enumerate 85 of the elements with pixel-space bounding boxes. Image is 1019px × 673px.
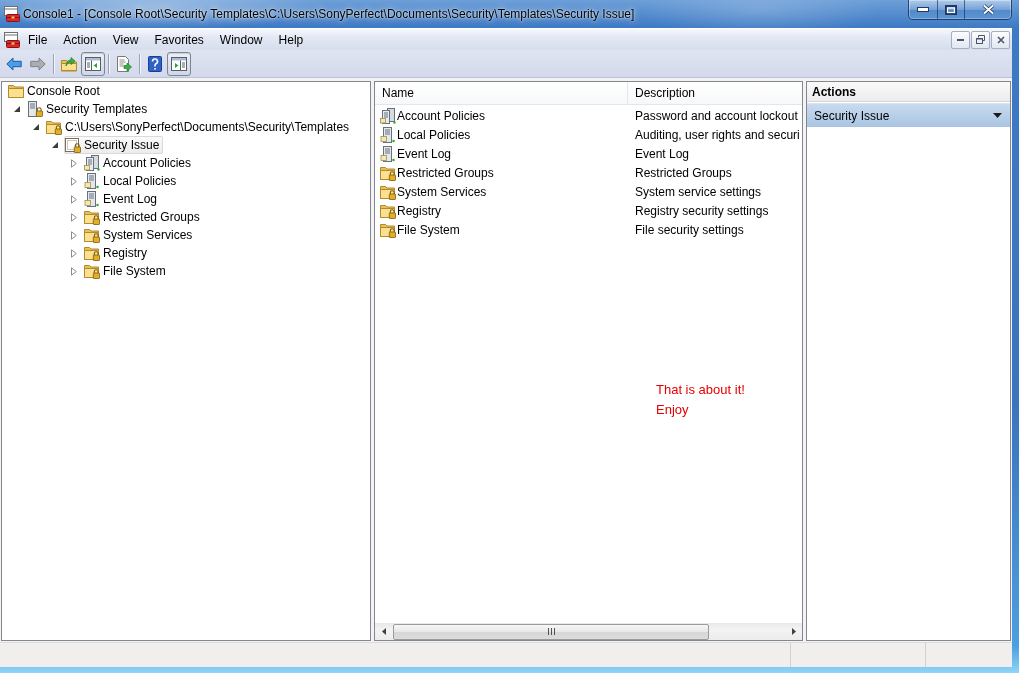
locked-folder-icon — [380, 183, 396, 200]
item-name[interactable]: Local Policies — [397, 127, 471, 142]
item-name[interactable]: Restricted Groups — [397, 165, 494, 180]
close-button[interactable] — [991, 30, 1010, 49]
toolbox-window-icon — [4, 6, 20, 22]
column-header[interactable]: Description — [628, 82, 802, 104]
locked-folder-icon — [46, 119, 62, 135]
locked-document-icon — [65, 137, 81, 153]
locked-folder-icon — [380, 221, 396, 238]
menu-item[interactable]: File — [20, 30, 56, 49]
locked-folder-icon — [84, 245, 100, 261]
item-description: Password and account lockout — [635, 108, 798, 123]
action-section-header[interactable]: Security Issue — [807, 103, 1010, 127]
help-icon — [147, 55, 163, 72]
servers-icon — [84, 155, 100, 171]
tree-item[interactable]: C:\Users\SonyPerfect\Documents\Security\Templates — [45, 118, 354, 136]
maximize-button[interactable] — [937, 0, 964, 19]
window-pane-icon — [171, 55, 187, 72]
item-description: Restricted Groups — [635, 165, 732, 180]
tree-item[interactable]: Restricted Groups — [83, 208, 204, 226]
locked-folder-icon — [380, 164, 396, 181]
folder-icon — [8, 83, 24, 99]
back-arrow-icon — [6, 55, 22, 72]
restore-button[interactable] — [971, 30, 990, 49]
show-hide-console-tree-button[interactable] — [81, 51, 105, 76]
item-name[interactable]: File System — [397, 222, 460, 237]
toolbox-window-icon[interactable] — [4, 31, 20, 48]
minimize-icon — [917, 7, 929, 12]
minimize-icon — [957, 38, 964, 41]
expander-triangle-icon[interactable] — [52, 142, 58, 148]
tree-item[interactable]: Event Log — [83, 190, 162, 208]
close-icon — [981, 4, 995, 15]
locked-folder-icon — [84, 209, 100, 225]
menu-item[interactable]: View — [104, 30, 147, 49]
server-icon — [84, 173, 100, 189]
expander-triangle-icon[interactable] — [33, 124, 39, 130]
locked-folder-icon — [84, 227, 100, 243]
tree-item[interactable]: Local Policies — [83, 172, 181, 190]
right-triangle-icon — [791, 628, 796, 635]
tree-item[interactable]: Registry — [83, 244, 151, 262]
menu-item[interactable]: Window — [211, 30, 271, 49]
locked-folder-icon — [84, 263, 100, 279]
left-triangle-icon — [381, 628, 386, 635]
locked-server-icon — [27, 101, 43, 117]
maximize-icon — [945, 4, 957, 15]
grip-icon — [547, 628, 555, 635]
menu-item[interactable]: Favorites — [146, 30, 212, 49]
tree-item[interactable]: Security Templates — [26, 100, 152, 118]
server-icon — [84, 191, 100, 207]
window-title: Console1 - [Console Root\Security Templates\C:\Users\SonyPerfect\Documents\Security\Templates\Security Issue] — [23, 7, 635, 21]
item-description: Auditing, user rights and securi — [635, 127, 800, 142]
locked-folder-icon — [380, 202, 396, 219]
tree-item[interactable]: Console Root — [7, 82, 104, 100]
expander-triangle-icon[interactable] — [14, 106, 20, 112]
item-name[interactable]: Registry — [397, 203, 441, 218]
show-hide-action-pane-button[interactable] — [167, 51, 191, 76]
minimize-button[interactable] — [951, 30, 970, 49]
restore-icon — [976, 35, 985, 44]
forward-arrow-icon — [30, 55, 46, 72]
tree-item[interactable]: System Services — [83, 226, 197, 244]
item-name[interactable]: Event Log — [397, 146, 452, 161]
server-icon — [380, 145, 396, 162]
annotation-text: That is about it! Enjoy — [656, 381, 745, 419]
scroll-thumb[interactable] — [393, 623, 709, 640]
tree-item[interactable]: Security Issue — [64, 136, 164, 154]
actions-title: Actions — [807, 82, 1010, 102]
folder-arrow-icon — [61, 55, 77, 72]
item-description: Event Log — [635, 146, 690, 161]
minimize-button[interactable] — [909, 0, 937, 19]
item-description: Registry security settings — [635, 203, 769, 218]
window-pane-icon — [85, 55, 101, 72]
tree-item[interactable]: Account Policies — [83, 154, 196, 172]
item-name[interactable]: System Services — [397, 184, 487, 199]
document-arrow-icon — [116, 55, 132, 72]
server-icon — [380, 126, 396, 143]
item-description: System service settings — [635, 184, 762, 199]
column-header[interactable]: Name — [375, 82, 628, 104]
item-description: File security settings — [635, 222, 744, 237]
menu-item[interactable]: Action — [55, 30, 105, 49]
close-button[interactable] — [964, 0, 1011, 19]
servers-icon — [380, 107, 396, 124]
item-name[interactable]: Account Policies — [397, 108, 486, 123]
close-icon — [996, 35, 1005, 44]
menu-item[interactable]: Help — [270, 30, 312, 49]
tree-item[interactable]: File System — [83, 262, 170, 280]
